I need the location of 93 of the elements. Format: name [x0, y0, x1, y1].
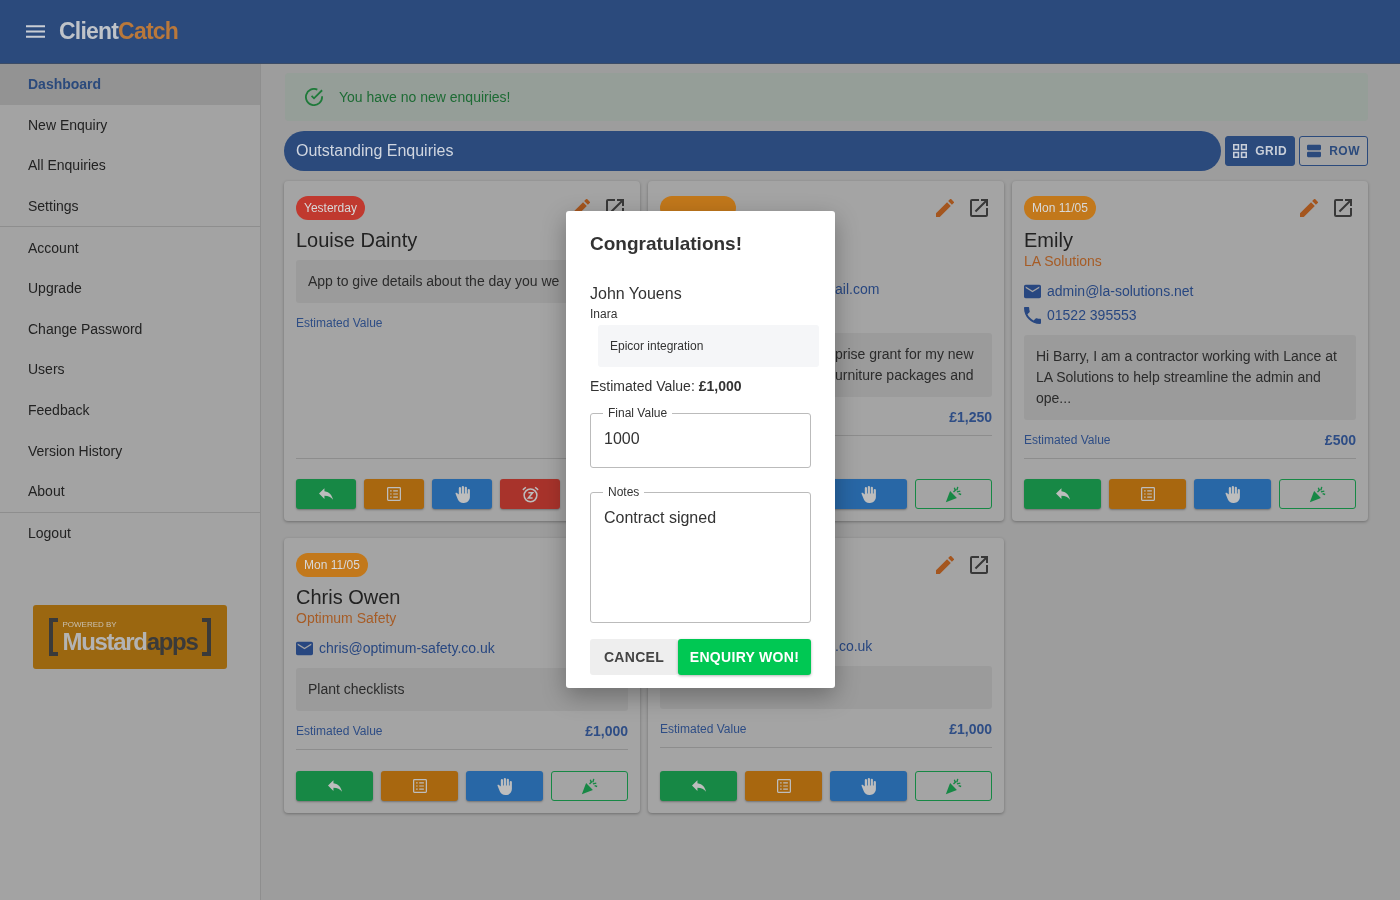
brand-logo-text: Client: [59, 18, 119, 44]
sidebar-item[interactable]: Users: [0, 349, 260, 390]
hand-icon: [496, 777, 513, 795]
date-badge: Mon 11/05: [296, 553, 368, 577]
sidebar-item[interactable]: Feedback: [0, 389, 260, 431]
estimated-value-text: Estimated Value: £1,000: [590, 378, 743, 394]
reply-button[interactable]: [1024, 479, 1101, 509]
sidebar-item[interactable]: Upgrade: [0, 267, 260, 309]
estimated-value: £500: [1324, 432, 1356, 448]
description-text: prise grant for my new: [835, 346, 974, 362]
estimated-value-label: Estimated Value: [660, 722, 747, 736]
notes-button[interactable]: [364, 479, 424, 509]
hold-button[interactable]: [830, 771, 907, 801]
reply-arrow-icon: [327, 779, 342, 793]
contact-name: John Youens: [590, 285, 683, 303]
grid-icon: [1233, 144, 1248, 158]
cancel-button[interactable]: CANCEL: [590, 639, 678, 675]
logo-caption: POWERED BY: [62, 619, 118, 629]
hand-icon: [860, 777, 877, 795]
estimated-value-label: Estimated Value: [296, 724, 383, 738]
hold-button[interactable]: [466, 771, 543, 801]
date-badge: Yesterday: [296, 196, 365, 220]
description-text: Plant checklists: [308, 681, 405, 697]
hold-button[interactable]: [1194, 479, 1271, 509]
estimated-value-label: Estimated Value: [1024, 433, 1111, 447]
won-button[interactable]: [915, 771, 992, 801]
reply-button[interactable]: [660, 771, 737, 801]
description-text: Hi Barry, I am a contractor working with Lance at LA Solutions to help streamline the admin and ope...: [1036, 348, 1337, 406]
company-name: Optimum Safety: [296, 610, 398, 626]
hand-icon: [453, 485, 471, 503]
email-link[interactable]: admin@la-solutions.net: [1047, 283, 1194, 299]
sidebar-item[interactable]: Logout: [0, 512, 260, 554]
estimated-value: £1,000: [585, 723, 628, 739]
list-icon: [387, 487, 401, 501]
description-text: Epicor integration: [610, 339, 704, 353]
reply-arrow-icon: [691, 779, 706, 793]
sidebar-item[interactable]: All Enquiries: [0, 145, 260, 186]
alarm-icon: [521, 485, 539, 503]
list-icon: [1140, 487, 1155, 501]
dialog-title: Congratulations!: [590, 233, 743, 255]
estimated-value: £1,000: [949, 721, 992, 737]
check-circle-icon: [305, 88, 323, 106]
estimated-value-label: Estimated Value: [296, 316, 383, 330]
party-popper-icon: [581, 777, 598, 795]
reply-arrow-icon: [319, 487, 333, 501]
estimated-value: £1,250: [949, 409, 992, 425]
hold-button[interactable]: [432, 479, 492, 509]
brand-logo-accent: Catch: [118, 18, 178, 44]
menu-icon[interactable]: [26, 25, 45, 38]
view-toggle-button[interactable]: GRID: [1225, 136, 1296, 166]
party-popper-icon: [945, 485, 962, 503]
email-link[interactable]: .co.uk: [835, 638, 873, 654]
mail-icon: [296, 639, 313, 657]
sidebar-item[interactable]: Version History: [0, 430, 260, 471]
list-icon: [412, 779, 427, 793]
sidebar-item[interactable]: New Enquiry: [0, 104, 260, 146]
description-text: urniture packages and: [835, 367, 974, 383]
sidebar-item[interactable]: About: [0, 470, 260, 512]
date-badge: Mon 11/05: [1024, 196, 1096, 220]
party-popper-icon: [945, 777, 962, 795]
reply-button[interactable]: [296, 771, 373, 801]
notes-button[interactable]: [1109, 479, 1186, 509]
won-button[interactable]: [915, 479, 992, 509]
rows-icon: [1307, 144, 1322, 158]
sidebar-item[interactable]: Account: [0, 227, 260, 268]
sidebar-item[interactable]: Settings: [0, 185, 260, 227]
contact-name: Chris Owen: [296, 586, 402, 609]
company-name: Inara: [590, 307, 619, 321]
party-popper-icon: [1309, 485, 1326, 503]
notes-button[interactable]: [381, 771, 458, 801]
email-link[interactable]: ail.com: [835, 281, 880, 297]
list-icon: [776, 779, 791, 793]
mail-icon: [1024, 282, 1041, 300]
hand-icon: [1224, 485, 1241, 503]
email-link[interactable]: chris@optimum-safety.co.uk: [319, 640, 495, 656]
alert-message: You have no new enquiries!: [339, 89, 511, 105]
won-button[interactable]: [551, 771, 628, 801]
company-name: LA Solutions: [1024, 253, 1103, 269]
view-toggle-button[interactable]: ROW: [1299, 136, 1368, 166]
description-text: App to give details about the day you we: [308, 273, 560, 289]
logo-text: Mustard: [62, 627, 147, 655]
notes-button[interactable]: [745, 771, 822, 801]
won-button[interactable]: [1279, 479, 1356, 509]
snooze-button[interactable]: [500, 479, 560, 509]
contact-name: Emily: [1024, 229, 1074, 252]
reply-arrow-icon: [1055, 487, 1070, 501]
phone-link[interactable]: 01522 395553: [1047, 307, 1137, 323]
hand-icon: [860, 485, 877, 503]
sidebar-item[interactable]: Change Password: [0, 308, 260, 350]
reply-button[interactable]: [296, 479, 356, 509]
logo-accent: apps: [146, 627, 198, 655]
section-title: Outstanding Enquiries: [284, 131, 1222, 171]
phone-icon: [1024, 306, 1041, 324]
